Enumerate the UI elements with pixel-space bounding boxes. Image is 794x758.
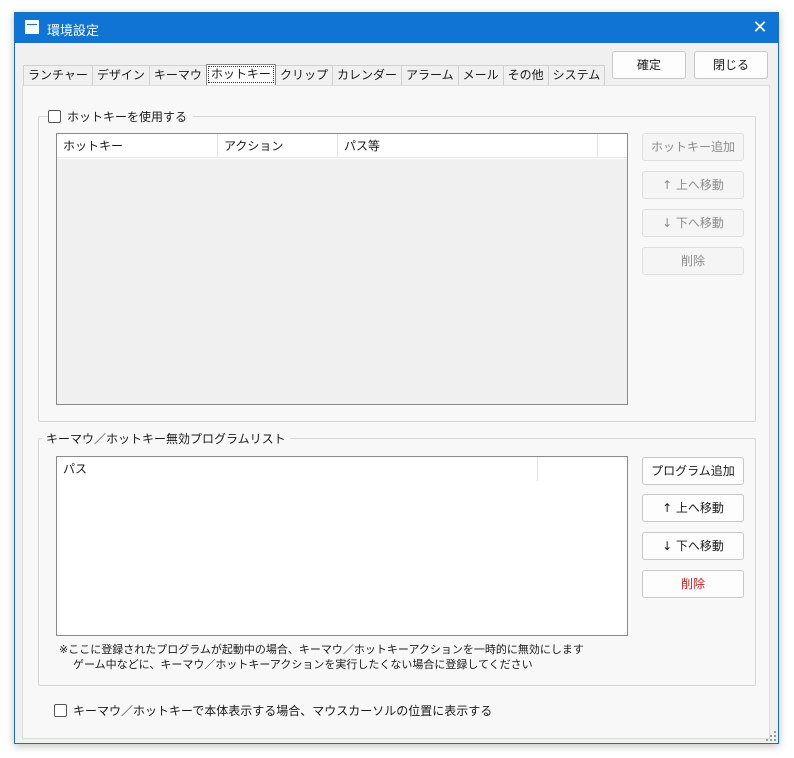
program-list[interactable]: パス bbox=[56, 456, 628, 636]
settings-window: 環境設定 ✕ 確定 閉じる ランチャー デザイン キーマウ ホットキー クリップ… bbox=[14, 12, 779, 744]
tab-strip: ランチャー デザイン キーマウ ホットキー クリップ カレンダー アラーム メー… bbox=[23, 64, 606, 85]
show-at-cursor-checkbox[interactable]: キーマウ／ホットキーで本体表示する場合、マウスカーソルの位置に表示する bbox=[54, 702, 498, 719]
program-move-up-button[interactable]: ↑ 上へ移動 bbox=[642, 494, 744, 522]
close-button[interactable]: 閉じる bbox=[694, 51, 768, 79]
move-up-button[interactable]: ↑ 上へ移動 bbox=[642, 171, 744, 199]
checkbox-box[interactable] bbox=[48, 110, 61, 123]
tab-other[interactable]: その他 bbox=[502, 65, 549, 85]
tab-clip[interactable]: クリップ bbox=[274, 65, 333, 85]
hotkey-list-header: ホットキー アクション パス等 bbox=[57, 134, 627, 158]
program-list-header: パス bbox=[57, 457, 627, 481]
resize-grip-icon[interactable] bbox=[766, 731, 776, 741]
program-move-down-button[interactable]: ↓ 下へ移動 bbox=[642, 532, 744, 560]
program-note-line1: ※ここに登録されたプログラムが起動中の場合、キーマウ／ホットキーアクションを一時… bbox=[59, 643, 584, 656]
checkbox-box[interactable] bbox=[54, 704, 67, 717]
tab-mail[interactable]: メール bbox=[457, 65, 504, 85]
delete-program-button[interactable]: 削除 bbox=[642, 570, 744, 598]
program-group-title: キーマウ／ホットキー無効プログラムリスト bbox=[42, 430, 290, 447]
tab-panel: ホットキーを使用する ホットキー アクション パス等 ホットキー追加 ↑ 上へ移… bbox=[22, 85, 770, 739]
column-program-path[interactable]: パス bbox=[57, 457, 538, 481]
ok-button[interactable]: 確定 bbox=[612, 51, 686, 79]
add-hotkey-button[interactable]: ホットキー追加 bbox=[642, 133, 744, 161]
hotkey-list-body bbox=[57, 159, 627, 404]
program-group: キーマウ／ホットキー無効プログラムリスト パス プログラム追加 ↑ 上へ移動 ↓… bbox=[38, 430, 756, 686]
program-note-line2: ゲーム中などに、キーマウ／ホットキーアクションを実行したくない場合に登録してくだ… bbox=[73, 658, 533, 671]
tab-hotkey[interactable]: ホットキー bbox=[205, 64, 276, 85]
use-hotkey-label: ホットキーを使用する bbox=[67, 110, 188, 124]
window-title: 環境設定 bbox=[47, 24, 100, 39]
column-action[interactable]: アクション bbox=[218, 134, 338, 158]
show-at-cursor-label: キーマウ／ホットキーで本体表示する場合、マウスカーソルの位置に表示する bbox=[73, 704, 493, 718]
tab-design[interactable]: デザイン bbox=[91, 65, 150, 85]
tab-calendar[interactable]: カレンダー bbox=[331, 65, 402, 85]
title-bar[interactable]: 環境設定 ✕ bbox=[15, 13, 778, 43]
tab-system[interactable]: システム bbox=[547, 65, 606, 85]
use-hotkey-checkbox[interactable]: ホットキーを使用する bbox=[48, 108, 194, 125]
delete-hotkey-button[interactable]: 削除 bbox=[642, 247, 744, 275]
tab-launcher[interactable]: ランチャー bbox=[23, 65, 93, 85]
hotkey-group: ホットキーを使用する ホットキー アクション パス等 ホットキー追加 ↑ 上へ移… bbox=[38, 108, 756, 422]
hotkey-list[interactable]: ホットキー アクション パス等 bbox=[56, 133, 628, 405]
column-hotkey[interactable]: ホットキー bbox=[57, 134, 218, 158]
tab-keymouse[interactable]: キーマウ bbox=[148, 65, 207, 85]
app-window-icon bbox=[25, 20, 39, 34]
tab-alarm[interactable]: アラーム bbox=[400, 65, 459, 85]
move-down-button[interactable]: ↓ 下へ移動 bbox=[642, 209, 744, 237]
column-path[interactable]: パス等 bbox=[338, 134, 598, 158]
close-icon[interactable]: ✕ bbox=[748, 16, 772, 40]
add-program-button[interactable]: プログラム追加 bbox=[642, 457, 744, 485]
